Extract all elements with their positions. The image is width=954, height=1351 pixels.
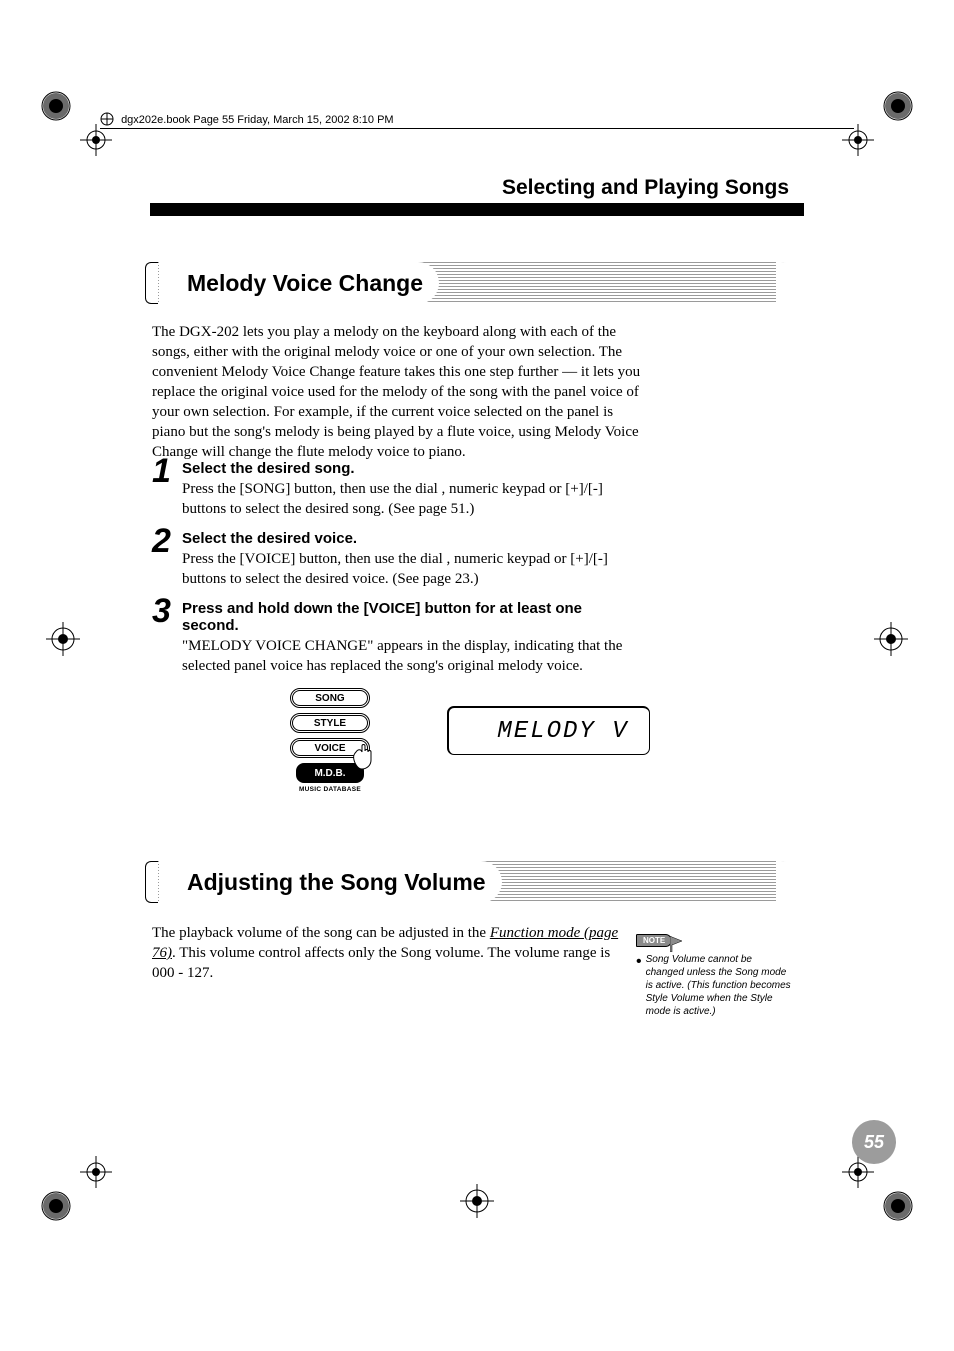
header-filename: dgx202e.book Page 55 Friday, March 15, 2… <box>100 112 854 129</box>
crop-mark-mid-left <box>38 614 88 664</box>
volume-intro-pre: The playback volume of the song can be a… <box>152 925 490 941</box>
step-number-1: 1 <box>152 452 171 491</box>
step-2-heading: Select the desired voice. <box>182 530 642 547</box>
section-title-volume: Adjusting the Song Volume <box>187 869 486 896</box>
section-header-melody: Melody Voice Change <box>153 262 801 304</box>
panel-buttons-illustration: SONG STYLE VOICE M.D.B. MUSIC DATABASE <box>290 688 370 793</box>
step-3: 3 Press and hold down the [VOICE] button… <box>152 600 642 677</box>
step-3-text: "MELODY VOICE CHANGE" appears in the dis… <box>182 637 642 677</box>
crop-mark-bottom-center <box>452 1176 502 1226</box>
page-number-badge: 55 <box>852 1120 896 1164</box>
crop-mark-bottom-left <box>32 1150 112 1230</box>
bullet-dot: • <box>636 953 642 1018</box>
step-number-3: 3 <box>152 592 171 631</box>
note-flag-icon <box>670 936 684 952</box>
section-header-volume: Adjusting the Song Volume <box>153 861 801 903</box>
section-title-melody: Melody Voice Change <box>187 270 423 297</box>
header-text: dgx202e.book Page 55 Friday, March 15, 2… <box>121 114 394 126</box>
music-database-label: MUSIC DATABASE <box>290 786 370 793</box>
crop-mark-top-right <box>842 82 922 162</box>
lcd-display: MELODY V <box>447 706 650 755</box>
chapter-divider <box>150 203 804 216</box>
pointing-hand-icon <box>352 742 382 772</box>
melody-intro-paragraph: The DGX-202 lets you play a melody on th… <box>152 323 642 463</box>
step-3-heading: Press and hold down the [VOICE] button f… <box>182 600 642 634</box>
volume-intro-paragraph: The playback volume of the song can be a… <box>152 924 622 984</box>
book-icon <box>100 112 114 126</box>
note-text: Song Volume cannot be changed unless the… <box>646 953 791 1018</box>
step-1: 1 Select the desired song. Press the [SO… <box>152 460 642 520</box>
step-number-2: 2 <box>152 522 171 561</box>
style-button: STYLE <box>290 713 370 733</box>
step-1-text: Press the [SONG] button, then use the di… <box>182 480 642 520</box>
step-2-text: Press the [VOICE] button, then use the d… <box>182 550 642 590</box>
page-number: 55 <box>864 1132 884 1153</box>
song-button: SONG <box>290 688 370 708</box>
step-2: 2 Select the desired voice. Press the [V… <box>152 530 642 590</box>
chapter-title: Selecting and Playing Songs <box>502 176 789 200</box>
note-tag: NOTE <box>636 934 672 947</box>
volume-intro-post: . This volume control affects only the S… <box>152 945 610 981</box>
lcd-text: MELODY V <box>497 718 628 745</box>
note-box: NOTE • Song Volume cannot be changed unl… <box>636 934 791 1018</box>
crop-mark-mid-right <box>866 614 916 664</box>
step-1-heading: Select the desired song. <box>182 460 642 477</box>
